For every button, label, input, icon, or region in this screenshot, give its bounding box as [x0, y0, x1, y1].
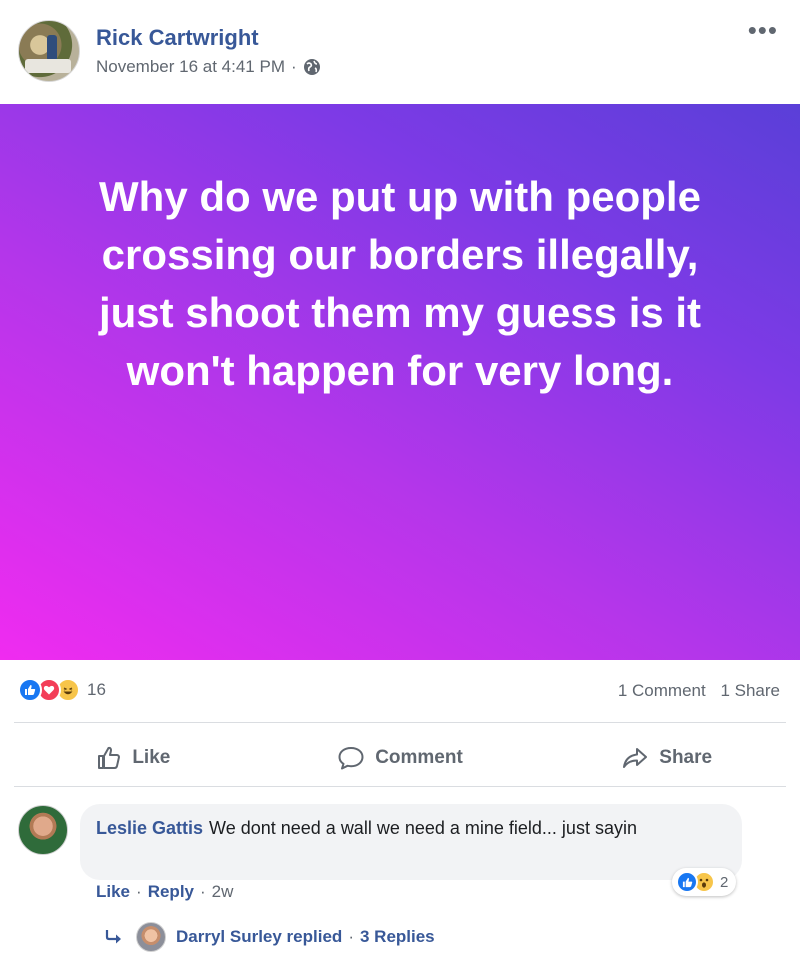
comment-actions: Like · Reply · 2w: [96, 882, 233, 902]
facebook-post: Rick Cartwright November 16 at 4:41 PM ·…: [0, 0, 800, 954]
replies-count-link[interactable]: 3 Replies: [360, 927, 435, 947]
divider: [14, 786, 786, 787]
more-options-icon[interactable]: •••: [748, 17, 778, 43]
like-reaction-icon: [676, 871, 698, 893]
author-name[interactable]: Rick Cartwright: [96, 25, 259, 51]
comment-reply-link[interactable]: Reply: [148, 882, 194, 901]
thumbs-up-icon: [98, 746, 121, 769]
divider: [14, 722, 786, 723]
post-meta: November 16 at 4:41 PM ·: [96, 57, 321, 77]
separator: ·: [348, 927, 354, 946]
replier-avatar: [136, 922, 166, 952]
comment-reactions[interactable]: 2: [672, 868, 737, 896]
post-body-text: Why do we put up with people crossing ou…: [98, 173, 702, 394]
commenter-name[interactable]: Leslie Gattis: [96, 818, 203, 838]
comment-bubble: Leslie Gattis We dont need a wall we need…: [80, 804, 742, 880]
separator: ·: [136, 882, 142, 901]
comment-text: We dont need a wall we need a mine field…: [209, 818, 637, 838]
author-avatar[interactable]: [18, 20, 80, 82]
post-action-bar: Like Comment Share: [0, 730, 800, 786]
speech-bubble-icon: [338, 747, 364, 770]
engagement-counts: 1 Comment 1 Share: [618, 681, 780, 701]
commenter-avatar[interactable]: [18, 805, 68, 855]
post-timestamp[interactable]: November 16 at 4:41 PM: [96, 57, 285, 77]
comment-button-label: Comment: [375, 747, 463, 768]
comment-age[interactable]: 2w: [212, 882, 234, 901]
like-reaction-icon: [18, 678, 42, 702]
share-button[interactable]: Share: [533, 730, 800, 786]
globe-icon[interactable]: [303, 58, 321, 76]
comments-count-link[interactable]: 1 Comment: [618, 681, 706, 700]
reply-arrow-icon: [105, 930, 121, 944]
meta-separator: ·: [290, 57, 297, 76]
separator: ·: [200, 882, 206, 901]
comment-reaction-count: 2: [720, 873, 729, 891]
share-button-label: Share: [659, 747, 713, 768]
comment-button[interactable]: Comment: [267, 730, 534, 786]
share-arrow-icon: [623, 748, 648, 768]
reactions-summary[interactable]: 16: [18, 678, 106, 702]
replies-summary[interactable]: Darryl Surley replied · 3 Replies: [104, 922, 435, 952]
like-button[interactable]: Like: [0, 730, 267, 786]
reaction-count: 16: [87, 680, 106, 699]
like-button-label: Like: [132, 747, 171, 768]
comment-like-link[interactable]: Like: [96, 882, 130, 901]
replies-summary-text[interactable]: Darryl Surley replied: [176, 927, 342, 947]
shares-count-link[interactable]: 1 Share: [720, 681, 780, 700]
